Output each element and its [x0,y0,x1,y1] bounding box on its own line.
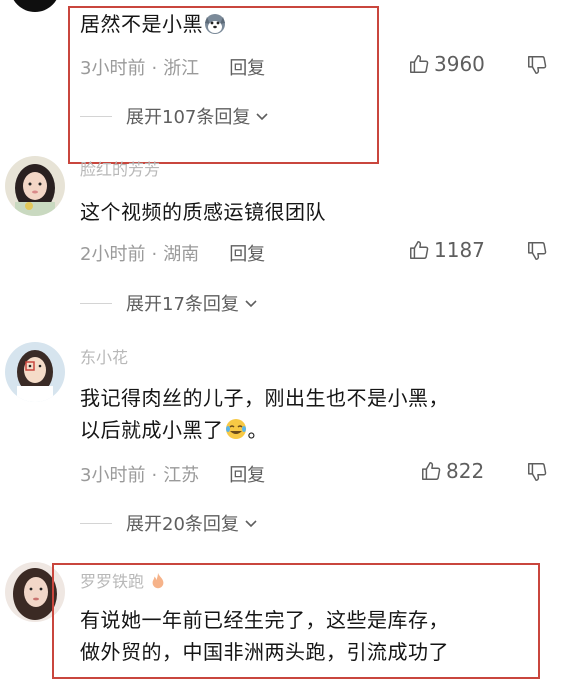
dislike-button[interactable] [526,461,548,483]
comment-text-line: 我记得肉丝的儿子，刚出生也不是小黑， [80,386,449,410]
divider [80,115,112,117]
thumbs-up-icon [422,462,441,480]
chevron-down-icon [245,300,257,308]
chevron-down-icon [256,113,268,121]
comment-meta: 3小时前 · 浙江 回复 [80,58,266,79]
comment-text: 这个视频的质感运镜很团队 [80,200,326,224]
username[interactable]: 脸红的芳芳 [80,156,160,180]
avatar[interactable] [5,562,65,622]
comment-text-line: 有说她一年前已经生完了，这些是库存， [80,608,449,632]
comment-time: 3小时前 [80,58,146,79]
expand-replies-label: 展开17条回复 [126,294,239,315]
reply-button[interactable]: 回复 [229,58,265,79]
like-button[interactable]: 3960 [408,52,485,76]
comment-meta: 3小时前 · 江苏 回复 [80,465,266,486]
avatar[interactable] [5,156,65,216]
comment-text-line: 做外贸的，中国非洲两头跑，引流成功了 [80,640,449,664]
expand-replies-button[interactable]: 展开17条回复 [80,290,259,316]
comment-location: 湖南 [163,244,200,265]
comment-location: 浙江 [163,58,200,79]
thumbs-down-icon [528,242,547,260]
username[interactable]: 罗罗铁跑 [80,568,167,592]
reply-button[interactable]: 回复 [229,244,265,265]
expand-replies-button[interactable]: 展开20条回复 [80,510,259,536]
like-button[interactable]: 822 [420,459,484,483]
thumbs-down-icon [528,56,547,74]
comment-time: 2小时前 [80,244,146,265]
avatar[interactable] [5,342,65,402]
like-count: 1187 [434,238,485,262]
husky-dog-emoji [205,14,225,34]
thumbs-up-icon [410,241,429,259]
chevron-down-icon [245,520,257,528]
username-label: 罗罗铁跑 [80,572,145,591]
thumbs-up-icon [410,55,429,73]
expand-replies-label: 展开107条回复 [126,107,251,128]
comment-text: 我记得肉丝的儿子，刚出生也不是小黑， 以后就成小黑了 。 [80,382,449,446]
comment-text: 居然不是小黑 [80,8,227,40]
fire-emoji [152,572,164,589]
crying-laughing-emoji [225,419,246,439]
comment-text-line: 以后就成小黑了 。 [80,418,268,442]
comment-text: 有说她一年前已经生完了，这些是库存， 做外贸的，中国非洲两头跑，引流成功了 [80,604,449,668]
reply-button[interactable]: 回复 [229,465,265,486]
comment-location: 江苏 [163,465,200,486]
dislike-button[interactable] [526,240,548,262]
thumbs-down-icon [528,463,547,481]
like-count: 3960 [434,52,485,76]
comment-time: 3小时前 [80,465,146,486]
username[interactable]: 东小花 [80,344,128,368]
dislike-button[interactable] [526,54,548,76]
comment-meta: 2小时前 · 湖南 回复 [80,244,266,265]
avatar[interactable] [10,0,60,12]
expand-replies-button[interactable]: 展开107条回复 [80,103,270,129]
expand-replies-label: 展开20条回复 [126,514,239,535]
divider [80,302,112,304]
divider [80,522,112,524]
like-button[interactable]: 1187 [408,238,485,262]
like-count: 822 [446,459,485,483]
